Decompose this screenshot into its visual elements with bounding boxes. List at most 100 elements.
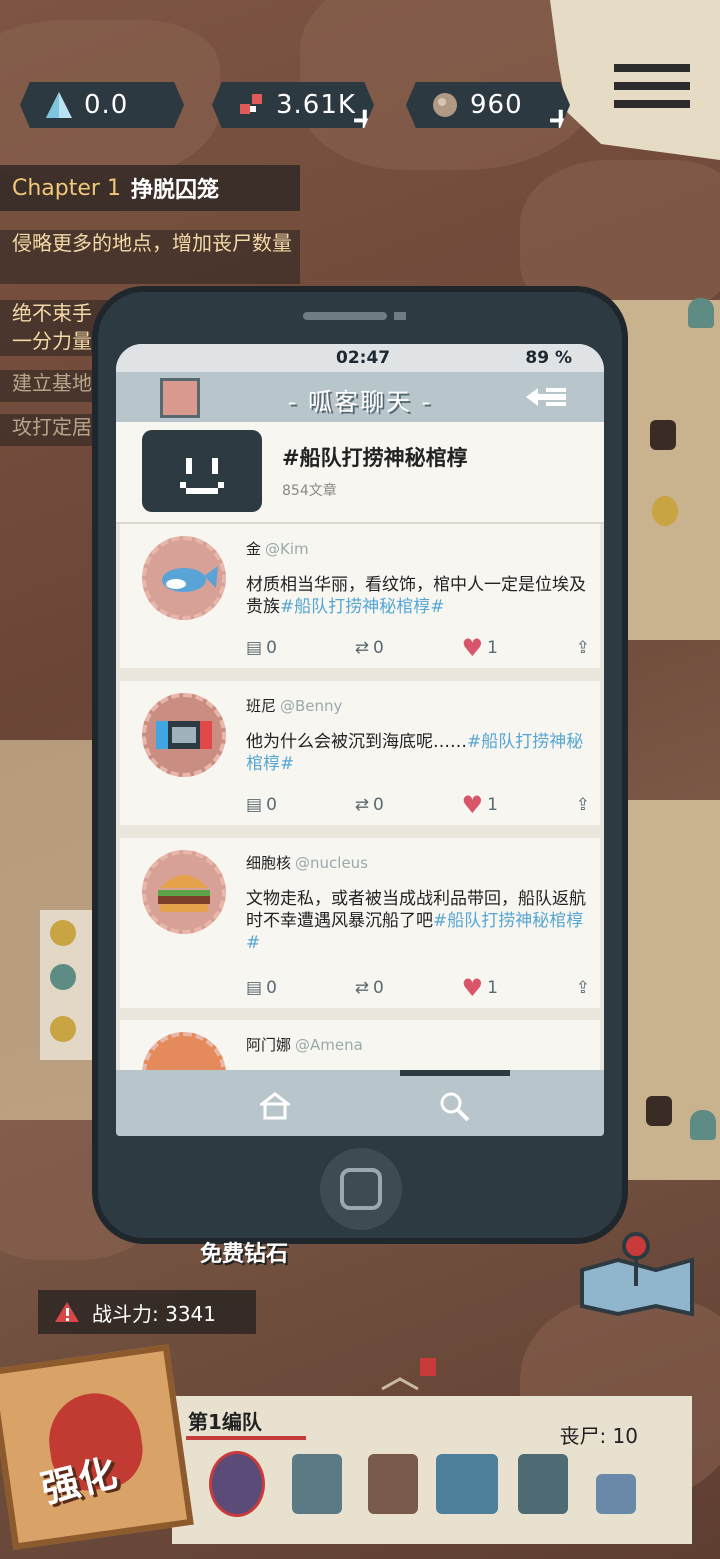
like-button[interactable]: ♥ 1 (462, 634, 498, 662)
comment-button[interactable]: ▤ 0 (246, 795, 277, 815)
repost-button[interactable]: ⇄ 0 (355, 978, 384, 998)
phone-camera (394, 312, 406, 320)
topic-header: #船队打捞神秘棺椁 854文章 (116, 422, 604, 524)
zombie-unit[interactable] (212, 1454, 262, 1514)
expand-chevron-icon[interactable] (380, 1376, 420, 1391)
free-diamonds-label[interactable]: 免费钻石 (200, 1236, 288, 1268)
post-text: 他为什么会被沉到海底呢……#船队打捞神秘棺椁# (246, 731, 596, 775)
author-name: 细胞核 (246, 854, 292, 872)
like-button[interactable]: ♥ 1 (462, 791, 498, 819)
stone-value: 960 (470, 90, 523, 120)
share-icon: ⇪ (575, 795, 590, 815)
zombie-unit[interactable] (368, 1454, 418, 1514)
stone-orb-icon (433, 93, 457, 117)
author-handle: @Benny (280, 697, 343, 715)
dolphin-avatar-icon (142, 536, 226, 620)
stone-resource[interactable]: 960 + (406, 82, 570, 128)
crystal-value: 0.0 (84, 90, 129, 120)
post-text: 文物走私，或者被当成战利品带回，船队返航时不幸遭遇风暴沉船了吧#船队打捞神秘棺椁… (246, 888, 596, 954)
post-author: 阿门娜 @Amena (246, 1034, 363, 1055)
repost-icon: ⇄ (354, 795, 369, 815)
repost-icon: ⇄ (354, 978, 369, 998)
repost-button[interactable]: ⇄ 0 (355, 795, 384, 815)
gem-value: 3.61K (276, 90, 356, 120)
phone-speaker (303, 312, 387, 320)
phone-status-bar: 02:47 89 % (116, 344, 604, 372)
gem-resource[interactable]: 3.61K + (212, 82, 374, 128)
back-arrow-icon[interactable] (526, 386, 570, 408)
nav-indicator (400, 1070, 510, 1076)
post-hashtag[interactable]: #船队打捞神秘棺椁# (280, 597, 445, 617)
repost-count: 0 (372, 978, 384, 998)
topic-logo (142, 430, 262, 512)
zombie-unit[interactable] (518, 1454, 568, 1514)
like-button[interactable]: ♥ 1 (462, 974, 498, 1002)
gem-cluster-icon (240, 94, 262, 114)
hamburger-menu-icon[interactable] (614, 64, 690, 124)
share-button[interactable]: ⇪ (576, 795, 590, 815)
app-header: - 呱客聊天 - (116, 372, 604, 422)
zombie-unit[interactable] (292, 1454, 342, 1514)
comment-icon: ▤ (246, 638, 263, 658)
comment-count: 0 (266, 795, 277, 815)
team-panel[interactable]: 第1编队 丧尸: 10 (172, 1396, 692, 1544)
strengthen-button[interactable]: 强化 (0, 1344, 194, 1550)
warning-icon (55, 1302, 79, 1322)
author-name: 阿门娜 (246, 1036, 292, 1054)
heart-icon: ♥ (461, 634, 484, 662)
phone-screen: 02:47 89 % - 呱客聊天 - #船队打捞神秘棺椁 854文章 金 @K… (116, 344, 604, 1136)
post-actions: ▤ 0 ⇄ 0 ♥ 1 ⇪ (246, 974, 590, 1002)
map-icon[interactable] (578, 1230, 696, 1316)
comment-icon: ▤ (246, 978, 263, 998)
comment-icon: ▤ (246, 795, 263, 815)
post-item: 班尼 @Benny 他为什么会被沉到海底呢……#船队打捞神秘棺椁# ▤ 0 ⇄ 0 ♥… (120, 681, 600, 825)
game-console-avatar-icon (142, 693, 226, 777)
author-name: 班尼 (246, 697, 277, 715)
notification-badge (420, 1358, 436, 1376)
phone-battery: 89 % (525, 348, 572, 368)
post-body: 他为什么会被沉到海底呢…… (246, 732, 467, 752)
phone-time: 02:47 (336, 348, 391, 368)
repost-count: 0 (372, 795, 384, 815)
author-name: 金 (246, 540, 262, 558)
post-author: 金 @Kim (246, 538, 309, 559)
post-author: 班尼 @Benny (246, 695, 342, 716)
phone-overlay: 02:47 89 % - 呱客聊天 - #船队打捞神秘棺椁 854文章 金 @K… (98, 292, 622, 1238)
heart-icon: ♥ (461, 791, 484, 819)
share-button[interactable]: ⇪ (576, 978, 590, 998)
like-count: 1 (487, 795, 498, 815)
post-actions: ▤ 0 ⇄ 0 ♥ 1 ⇪ (246, 634, 590, 662)
home-icon[interactable] (260, 1092, 290, 1120)
repost-count: 0 (372, 638, 384, 658)
chapter-header[interactable]: Chapter 1 挣脱囚笼 (0, 165, 300, 211)
team-name: 第1编队 (188, 1410, 262, 1434)
burger-avatar-icon (142, 850, 226, 934)
share-icon: ⇪ (575, 638, 590, 658)
smiley-icon (180, 458, 224, 494)
post-actions: ▤ 0 ⇄ 0 ♥ 1 ⇪ (246, 791, 590, 819)
zombie-unit[interactable] (596, 1474, 636, 1514)
repost-icon: ⇄ (354, 638, 369, 658)
topic-name: #船队打捞神秘棺椁 (282, 446, 468, 470)
comment-button[interactable]: ▤ 0 (246, 638, 277, 658)
search-icon[interactable] (438, 1090, 470, 1122)
zombie-unit[interactable] (436, 1454, 498, 1514)
heart-icon: ♥ (461, 974, 484, 1002)
author-handle: @Amena (295, 1036, 363, 1054)
combat-power-value: 战斗力: 3341 (92, 1301, 216, 1326)
triangle-crystal-icon (46, 92, 72, 118)
chapter-label: Chapter 1 (12, 175, 121, 201)
phone-home-button[interactable] (320, 1148, 402, 1230)
post-author: 细胞核 @nucleus (246, 852, 368, 873)
comment-count: 0 (266, 638, 277, 658)
post-text: 材质相当华丽，看纹饰，棺中人一定是位埃及贵族#船队打捞神秘棺椁# (246, 574, 596, 618)
author-handle: @nucleus (295, 854, 368, 872)
topic-article-count: 854文章 (282, 483, 337, 499)
comment-button[interactable]: ▤ 0 (246, 978, 277, 998)
like-count: 1 (487, 638, 498, 658)
app-bottom-nav (116, 1070, 604, 1136)
repost-button[interactable]: ⇄ 0 (355, 638, 384, 658)
share-button[interactable]: ⇪ (576, 638, 590, 658)
author-handle: @Kim (265, 540, 309, 558)
quest-item[interactable]: 侵略更多的地点，增加丧尸数量 (0, 230, 300, 284)
